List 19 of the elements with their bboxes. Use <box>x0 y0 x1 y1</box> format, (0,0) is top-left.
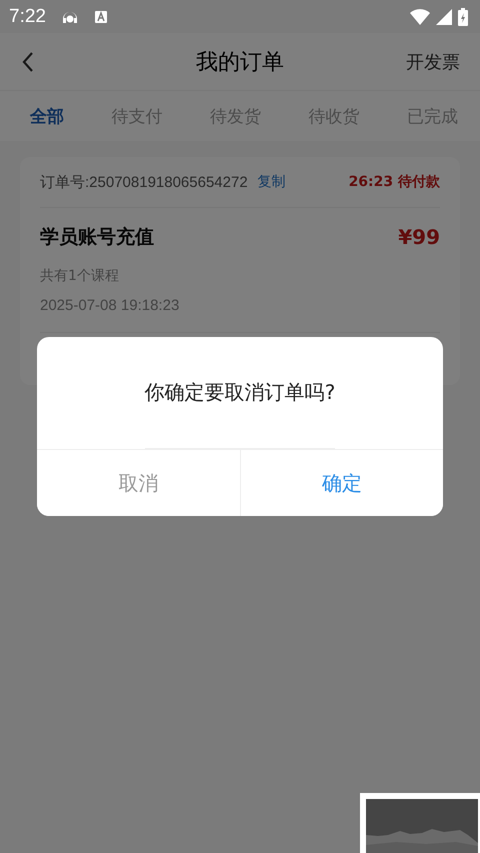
order-price: ¥99 <box>398 225 440 249</box>
back-button[interactable] <box>22 50 34 72</box>
clock-time: 7:22 <box>9 6 46 28</box>
invoice-button[interactable]: 开发票 <box>406 50 460 74</box>
back-icon <box>22 50 34 72</box>
order-date: 2025-07-08 19:18:23 <box>40 296 180 316</box>
order-title: 学员账号充值 <box>40 225 154 250</box>
page-title: 我的订单 <box>196 48 284 76</box>
dialog-message: 你确定要取消订单吗? <box>144 337 336 449</box>
cancel-button[interactable]: 取消 <box>37 450 240 516</box>
battery-icon <box>458 8 468 26</box>
keyboard-a-icon <box>94 10 108 24</box>
signal-icon <box>436 8 452 24</box>
wifi-icon <box>410 8 430 24</box>
tab[interactable]: 全部 <box>30 104 64 128</box>
copy-link[interactable]: 复制 <box>258 173 286 191</box>
order-number: 订单号:2507081918065654272 <box>40 172 248 192</box>
course-count: 共有1个课程 <box>40 267 120 286</box>
order-status: 26:23 待付款 <box>348 173 440 191</box>
